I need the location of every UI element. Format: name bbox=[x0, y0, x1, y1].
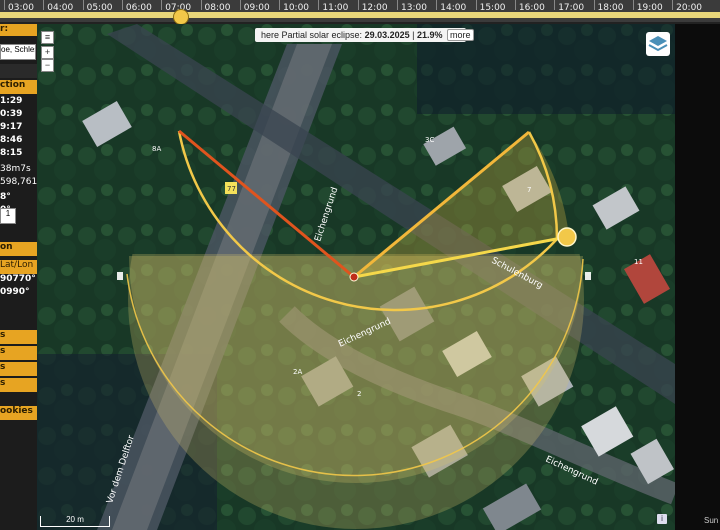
location-search-input[interactable]: oe, Schles bbox=[0, 44, 36, 60]
svg-text:2: 2 bbox=[357, 390, 361, 398]
house-number: 8A bbox=[152, 145, 161, 153]
timeline-tick bbox=[593, 0, 595, 10]
time-value: 8:46 bbox=[0, 135, 23, 145]
timeline-tick bbox=[161, 0, 163, 10]
menu-item[interactable]: s bbox=[0, 362, 37, 376]
timeline-tick bbox=[82, 0, 84, 10]
timeline-tick bbox=[475, 0, 477, 10]
timeline-tick bbox=[514, 0, 516, 10]
map-view[interactable]: Eichengrund Eichengrund Eichengrund Schu… bbox=[37, 24, 675, 530]
time-value: 8:15 bbox=[0, 148, 23, 158]
cookies-button[interactable]: ookies bbox=[0, 406, 37, 420]
small-input[interactable]: 1 bbox=[0, 208, 16, 224]
house-number: 11 bbox=[634, 258, 643, 266]
timeline-tick bbox=[357, 0, 359, 10]
eclipse-banner: here Partial solar eclipse: 29.03.2025 |… bbox=[255, 28, 474, 42]
timeline-tick bbox=[43, 0, 45, 10]
timeline-tick bbox=[121, 0, 123, 10]
info-icon[interactable]: i bbox=[657, 514, 667, 524]
house-number: 2 bbox=[357, 390, 361, 398]
layers-icon[interactable] bbox=[646, 32, 670, 56]
panel-toolbar bbox=[0, 64, 37, 78]
eclipse-label: here Partial solar eclipse: bbox=[261, 30, 363, 40]
timeline-tick bbox=[239, 0, 241, 10]
route-number: 77 bbox=[227, 185, 236, 193]
timeline-tick bbox=[279, 0, 281, 10]
duration-value: 38m7s bbox=[0, 164, 31, 174]
scale-bar: 20 m bbox=[40, 516, 110, 527]
time-slider-handle[interactable] bbox=[173, 9, 189, 25]
svg-text:8A: 8A bbox=[152, 145, 161, 153]
time-value: 1:29 bbox=[0, 96, 23, 106]
svg-text:7: 7 bbox=[527, 186, 531, 194]
latlon-toggle[interactable]: Lat/Lon bbox=[0, 260, 37, 274]
house-number: 3C bbox=[425, 136, 434, 144]
section-header[interactable]: ction bbox=[0, 80, 37, 94]
distance-value: 598,761 bbox=[0, 177, 37, 187]
side-panel-left: r: oe, Schles ction 1:29 0:39 9:17 8:46 … bbox=[0, 24, 37, 530]
angle-value: 8° bbox=[0, 192, 11, 202]
time-slider[interactable]: 03:00 04:00 05:00 06:00 07:00 08:00 09:00 10:00… bbox=[0, 0, 720, 25]
more-button[interactable]: more bbox=[447, 29, 474, 41]
svg-text:2A: 2A bbox=[293, 368, 302, 376]
svg-text:77: 77 bbox=[227, 185, 236, 193]
section-header[interactable]: on bbox=[0, 242, 37, 256]
timeline-tick bbox=[4, 0, 5, 10]
menu-item[interactable]: s bbox=[0, 330, 37, 344]
menu-item[interactable]: s bbox=[0, 378, 37, 392]
zoom-out-button[interactable]: − bbox=[41, 59, 54, 72]
zoom-in-button[interactable]: + bbox=[41, 46, 54, 59]
timeline-tick bbox=[672, 0, 674, 10]
eclipse-date: 29.03.2025 bbox=[364, 30, 410, 40]
timeline-tick bbox=[632, 0, 634, 10]
side-panel-right bbox=[675, 24, 720, 530]
time-value: 9:17 bbox=[0, 122, 23, 132]
latitude-value: 90770° bbox=[0, 274, 36, 284]
app-logo: Sun bbox=[704, 516, 719, 525]
house-number: 2A bbox=[293, 368, 302, 376]
longitude-value: 0990° bbox=[0, 287, 30, 297]
timeline-tick bbox=[554, 0, 556, 10]
satellite-map: Eichengrund Eichengrund Eichengrund Schu… bbox=[37, 24, 675, 530]
house-number: 7 bbox=[527, 186, 531, 194]
menu-item[interactable]: s bbox=[0, 346, 37, 360]
timeline-tick bbox=[318, 0, 320, 10]
menu-icon[interactable]: ≡ bbox=[41, 31, 54, 44]
separator: | bbox=[409, 30, 417, 40]
panel-header: r: bbox=[0, 24, 37, 36]
timeline-tick bbox=[397, 0, 398, 10]
time-value: 0:39 bbox=[0, 109, 23, 119]
daylight-bar bbox=[0, 12, 720, 18]
svg-text:11: 11 bbox=[634, 258, 643, 266]
svg-text:3C: 3C bbox=[425, 136, 434, 144]
eclipse-magnitude: 21.9% bbox=[416, 30, 443, 40]
timeline-tick bbox=[200, 0, 202, 10]
timeline-tick bbox=[436, 0, 438, 10]
